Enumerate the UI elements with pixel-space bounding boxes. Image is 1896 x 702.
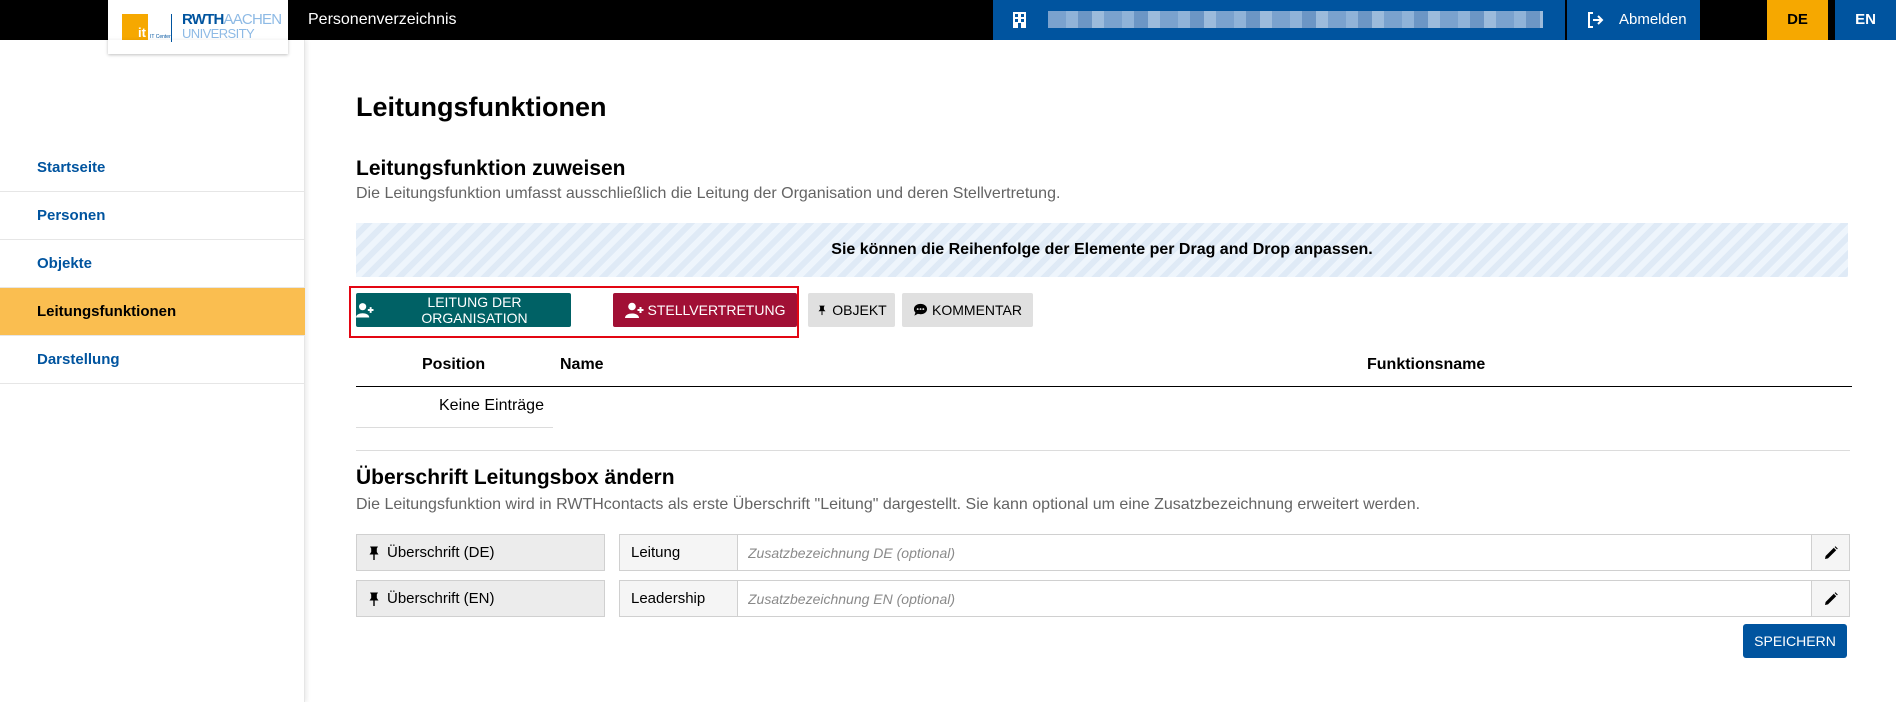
logo-divider [171,14,172,42]
thumbtack-icon [818,305,826,316]
assign-section-title: Leitungsfunktion zuweisen [356,157,626,180]
table-empty-message: Keine Einträge [439,397,544,414]
heading-en-edit-button[interactable] [1811,581,1849,616]
comment-dots-icon [913,303,928,316]
assign-section-description: Die Leitungsfunktion umfasst ausschließl… [356,185,1061,202]
sidebar-item-personen[interactable]: Personen [0,192,305,240]
language-en-button[interactable]: EN [1835,0,1896,40]
heading-de-input-group: Leitung [619,534,1850,571]
sidebar: Startseite Personen Objekte Leitungsfunk… [0,40,305,702]
add-leitung-button[interactable]: LEITUNG DER ORGANISATION [356,293,571,327]
table-header-divider [356,386,1852,387]
sidebar-item-leitungsfunktionen[interactable]: Leitungsfunktionen [0,288,305,336]
table-row-divider [356,427,553,428]
heading-label-en: Überschrift (EN) [356,580,605,617]
heading-box-section-description: Die Leitungsfunktion wird in RWTHcontact… [356,496,1421,513]
sidebar-item-darstellung[interactable]: Darstellung [0,336,305,384]
logout-button[interactable]: Abmelden [1567,0,1700,40]
building-icon [1013,12,1026,28]
sidebar-nav: Startseite Personen Objekte Leitungsfunk… [0,144,305,384]
pencil-icon [1824,591,1838,605]
column-header-position: Position [422,356,486,373]
heading-box-section-title: Überschrift Leitungsbox ändern [356,466,675,489]
add-objekt-label: OBJEKT [832,302,887,318]
add-objekt-button[interactable]: OBJEKT [808,293,895,327]
add-stellvertretung-label: STELLVERTRETUNG [647,302,786,318]
rwth-logo-university: UNIVERSITY [182,26,255,41]
add-stellvertretung-button[interactable]: STELLVERTRETUNG [613,293,797,327]
heading-label-de: Überschrift (DE) [356,534,605,571]
logout-label: Abmelden [1619,11,1687,28]
drag-drop-info-banner: Sie können die Reihenfolge der Elemente … [356,223,1848,277]
thumbtack-icon [369,546,379,560]
column-header-name: Name [560,356,604,373]
pencil-icon [1824,545,1838,559]
heading-de-edit-button[interactable] [1811,535,1849,570]
heading-label-en-text: Überschrift (EN) [387,590,495,607]
sidebar-item-startseite[interactable]: Startseite [0,144,305,192]
add-leitung-label: LEITUNG DER ORGANISATION [421,294,528,326]
user-info-area [993,0,1565,40]
user-plus-icon [624,302,644,318]
page-title: Leitungsfunktionen [356,92,607,122]
heading-en-input[interactable] [738,581,1807,616]
thumbtack-icon [369,592,379,606]
heading-en-prefix: Leadership [620,581,738,616]
column-header-funktionsname: Funktionsname [1367,356,1486,373]
sign-out-icon [1588,12,1604,28]
section-divider [356,450,1850,451]
it-center-logo-mark [122,14,148,40]
heading-de-input[interactable] [738,535,1807,570]
heading-de-prefix: Leitung [620,535,738,570]
sidebar-item-objekte[interactable]: Objekte [0,240,305,288]
heading-label-de-text: Überschrift (DE) [387,544,495,561]
heading-en-input-group: Leadership [619,580,1850,617]
add-kommentar-label: KOMMENTAR [932,302,1022,318]
save-button[interactable]: SPEICHERN [1743,624,1847,658]
rwth-logo-text: RWTHAACHEN [182,12,282,27]
user-plus-icon [356,303,374,318]
add-kommentar-button[interactable]: KOMMENTAR [902,293,1033,327]
app-title: Personenverzeichnis [308,11,457,28]
blurred-user-name [1048,11,1543,28]
language-de-button[interactable]: DE [1767,0,1828,40]
